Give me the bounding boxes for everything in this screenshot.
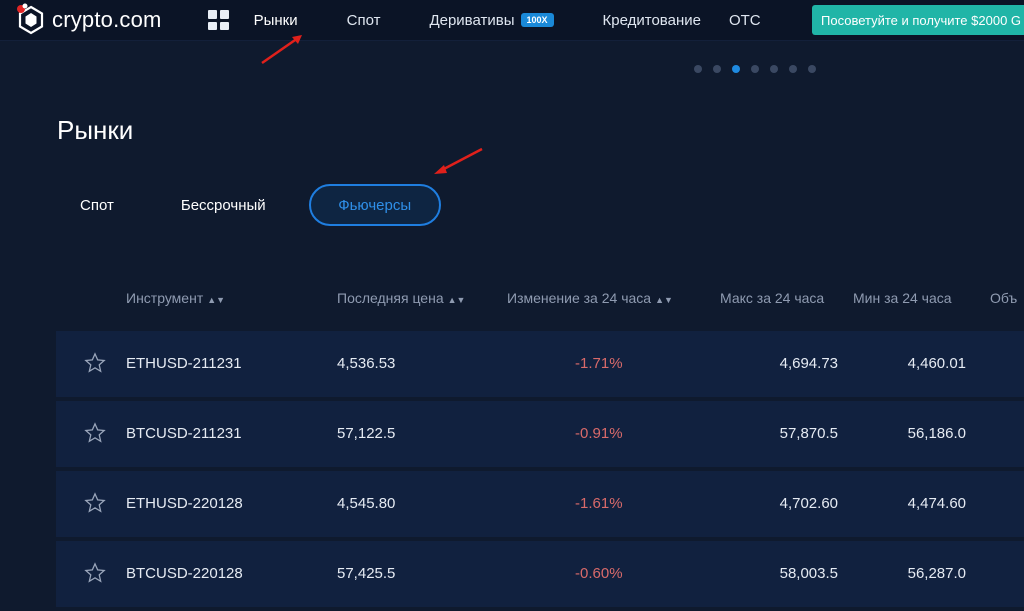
table-header: Инструмент ▲▼ Последняя цена ▲▼ Изменение … [0,290,1024,310]
column-header-change-24h[interactable]: Изменение за 24 часа ▲▼ [507,290,673,306]
carousel-dot[interactable] [751,65,759,73]
page-title: Рынки [57,115,134,145]
star-icon[interactable] [84,562,106,584]
carousel-dot[interactable] [808,65,816,73]
top-navigation-bar: crypto.com Рынки Спот Деривативы 100X Кре… [0,0,1024,41]
nav-item-markets[interactable]: Рынки [254,12,298,29]
sort-icon: ▲▼ [655,295,673,305]
column-header-label: Инструмент [126,290,204,306]
column-header-label: Последняя цена [337,290,444,306]
star-icon[interactable] [84,422,106,444]
table-row[interactable]: ETHUSD-211231 4,536.53 -1.71% 4,694.73 4… [56,331,1024,397]
market-tabs: Спот Бессрочный Фьючерсы [80,182,441,228]
column-header-instrument[interactable]: Инструмент ▲▼ [126,290,225,306]
annotation-arrow-icon [261,35,302,65]
apps-grid-icon[interactable] [207,10,229,30]
column-header-high-24h[interactable]: Макс за 24 часа [720,290,824,306]
nav-item-otc[interactable]: OTC [729,12,761,29]
low-24h: 4,460.01 [907,355,966,372]
futures-table-body: ETHUSD-211231 4,536.53 -1.71% 4,694.73 4… [56,331,1024,611]
sort-icon: ▲▼ [207,295,226,305]
nav-item-lending[interactable]: Кредитование [603,12,701,29]
instrument-name[interactable]: BTCUSD-211231 [126,425,242,442]
column-header-last-price[interactable]: Последняя цена ▲▼ [337,290,465,306]
carousel-dot-active[interactable] [732,65,740,73]
referral-cta-button[interactable]: Посоветуйте и получите $2000 G [812,5,1024,35]
star-icon[interactable] [84,492,106,514]
last-price: 57,425.5 [337,565,396,582]
carousel-dot[interactable] [694,65,702,73]
column-header-label: Изменение за 24 часа [507,290,652,306]
table-row[interactable]: BTCUSD-220128 57,425.5 -0.60% 58,003.5 5… [56,541,1024,607]
nav-item-derivatives[interactable]: Деривативы 100X [429,11,554,29]
low-24h: 4,474.60 [907,495,966,512]
change-24h: -1.71% [575,355,623,372]
tab-perpetual[interactable]: Бессрочный [181,197,266,214]
last-price: 57,122.5 [337,425,396,442]
table-row[interactable]: BTCUSD-211231 57,122.5 -0.91% 57,870.5 5… [56,401,1024,467]
change-24h: -0.60% [575,565,623,582]
high-24h: 58,003.5 [779,565,838,582]
logo-text: crypto.com [52,7,162,32]
instrument-name[interactable]: BTCUSD-220128 [126,565,243,582]
low-24h: 56,287.0 [907,565,966,582]
main-nav: Рынки Спот Деривативы 100X Кредитование O… [254,12,810,29]
change-24h: -0.91% [575,425,623,442]
column-header-low-24h[interactable]: Мин за 24 часа [853,290,952,306]
logo[interactable]: crypto.com [14,0,162,40]
low-24h: 56,186.0 [907,425,966,442]
carousel-dot[interactable] [789,65,797,73]
table-row[interactable]: ETHUSD-220128 4,545.80 -1.61% 4,702.60 4… [56,471,1024,537]
carousel-dots [694,65,827,73]
last-price: 4,545.80 [337,495,396,512]
annotation-arrow-icon [434,147,483,174]
tab-spot[interactable]: Спот [80,197,114,214]
change-24h: -1.61% [575,495,623,512]
nav-item-spot[interactable]: Спот [347,12,381,29]
carousel-dot[interactable] [770,65,778,73]
high-24h: 4,702.60 [779,495,838,512]
crypto-logo-icon [17,3,44,35]
column-header-volume[interactable]: Объ [990,290,1017,306]
high-24h: 4,694.73 [779,355,838,372]
instrument-name[interactable]: ETHUSD-220128 [126,495,243,512]
tab-futures[interactable]: Фьючерсы [308,184,441,226]
sort-icon: ▲▼ [447,295,466,305]
carousel-dot[interactable] [713,65,721,73]
last-price: 4,536.53 [337,355,396,372]
nav-item-derivatives-label: Деривативы [429,11,515,29]
high-24h: 57,870.5 [779,425,838,442]
leverage-badge: 100X [520,12,554,27]
instrument-name[interactable]: ETHUSD-211231 [126,355,242,372]
star-icon[interactable] [84,352,106,374]
